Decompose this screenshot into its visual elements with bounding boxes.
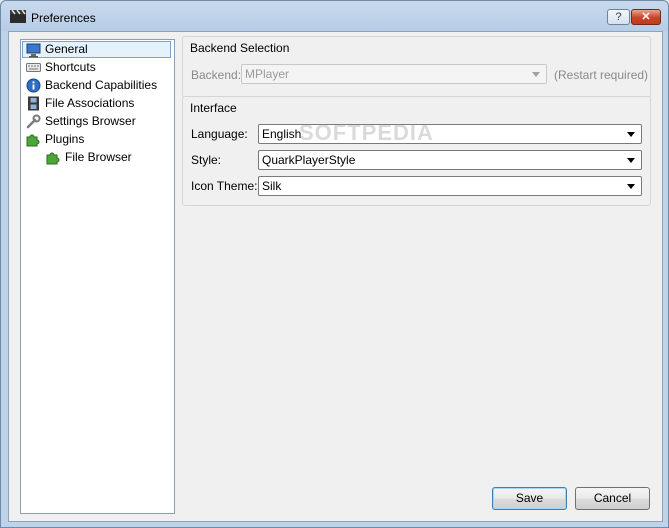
nav-item-label: Backend Capabilities	[45, 78, 158, 92]
help-button[interactable]: ?	[607, 9, 630, 25]
save-button[interactable]: Save	[492, 487, 567, 510]
film-icon	[28, 96, 39, 111]
language-label: Language:	[191, 127, 248, 141]
backend-label: Backend:	[191, 68, 242, 82]
icon-theme-select[interactable]: Silk	[258, 176, 642, 196]
icon-theme-label: Icon Theme:	[191, 179, 258, 193]
nav-item-label: File Browser	[65, 150, 132, 164]
close-button[interactable]: ✕	[631, 9, 661, 25]
clapperboard-icon	[10, 10, 26, 23]
nav-item-settings-browser[interactable]: Settings Browser	[23, 113, 136, 130]
nav-item-label: Shortcuts	[45, 60, 96, 74]
restart-note: (Restart required)	[554, 68, 649, 82]
nav-item-label: Settings Browser	[45, 114, 136, 128]
wrench-icon	[26, 114, 41, 129]
nav-item-backend-capabilities[interactable]: Backend Capabilities	[23, 77, 157, 94]
chevron-down-icon	[532, 72, 540, 77]
nav-item-shortcuts[interactable]: Shortcuts	[23, 59, 96, 76]
group-title: Interface	[190, 101, 237, 115]
chevron-down-icon	[627, 132, 635, 137]
nav-item-label: File Associations	[45, 96, 135, 110]
style-value: QuarkPlayerStyle	[262, 153, 356, 167]
nav-item-file-browser[interactable]: File Browser	[43, 149, 132, 166]
nav-item-general[interactable]: General	[22, 41, 171, 58]
style-select[interactable]: QuarkPlayerStyle	[258, 150, 642, 170]
backend-value: MPlayer	[245, 67, 290, 81]
cancel-button[interactable]: Cancel	[575, 487, 650, 510]
chevron-down-icon	[627, 184, 635, 189]
backend-selection-group: Backend Selection Backend: MPlayer (Rest…	[182, 36, 651, 98]
chevron-down-icon	[627, 158, 635, 163]
keyboard-icon	[26, 63, 41, 72]
group-title: Backend Selection	[190, 41, 290, 55]
language-value: English	[262, 127, 302, 141]
monitor-icon	[26, 43, 41, 58]
nav-item-label: General	[45, 42, 88, 56]
preferences-window: Preferences ? ✕ General Shortcuts Backen…	[0, 0, 669, 528]
window-title: Preferences	[31, 11, 96, 25]
nav-item-file-associations[interactable]: File Associations	[23, 95, 134, 112]
title-bar[interactable]: Preferences ? ✕	[1, 1, 668, 31]
puzzle-icon	[46, 152, 60, 165]
nav-item-label: Plugins	[45, 132, 85, 146]
dialog-body: General Shortcuts Backend Capabilities F…	[8, 31, 663, 522]
style-label: Style:	[191, 153, 222, 167]
category-tree[interactable]: General Shortcuts Backend Capabilities F…	[20, 39, 175, 514]
nav-item-plugins[interactable]: Plugins	[23, 131, 84, 148]
icon-theme-value: Silk	[262, 179, 282, 193]
language-select[interactable]: English	[258, 124, 642, 144]
info-icon	[26, 78, 41, 93]
backend-select[interactable]: MPlayer	[241, 64, 547, 84]
puzzle-icon	[26, 134, 40, 147]
interface-group: Interface Language: English Style: Quark…	[182, 96, 651, 206]
